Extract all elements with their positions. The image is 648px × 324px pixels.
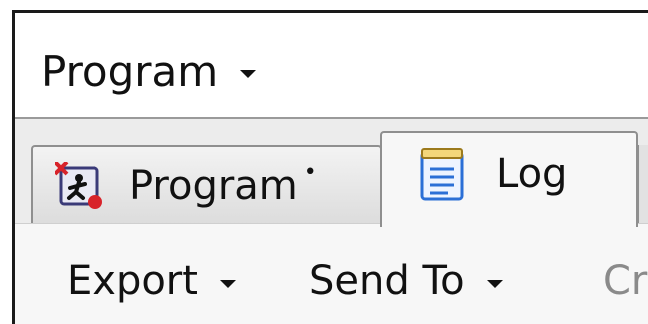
- chevron-down-icon: [486, 280, 503, 288]
- tab-log[interactable]: Log: [380, 131, 638, 227]
- tab-next-partial[interactable]: [637, 145, 648, 225]
- tab-program-label: Program: [129, 163, 298, 209]
- program-run-icon: [53, 160, 103, 210]
- send-to-label: Send To: [309, 258, 465, 304]
- app-window: Program Program • Log Export Send To Cr: [12, 10, 648, 324]
- modified-indicator: •: [303, 159, 317, 185]
- log-toolbar: Export Send To Cr: [15, 223, 648, 324]
- chevron-down-icon: [240, 70, 257, 78]
- notepad-icon: [418, 147, 466, 201]
- tab-log-label: Log: [496, 151, 568, 197]
- program-menu-label: Program: [41, 46, 219, 96]
- truncated-label: Cr: [603, 258, 648, 304]
- tab-program[interactable]: Program •: [31, 145, 382, 225]
- chevron-down-icon: [219, 280, 236, 288]
- program-menu[interactable]: Program: [41, 41, 257, 101]
- send-to-menu[interactable]: Send To: [309, 252, 503, 310]
- export-label: Export: [67, 258, 198, 304]
- export-menu[interactable]: Export: [67, 252, 236, 310]
- truncated-toolbar-item[interactable]: Cr: [603, 252, 647, 310]
